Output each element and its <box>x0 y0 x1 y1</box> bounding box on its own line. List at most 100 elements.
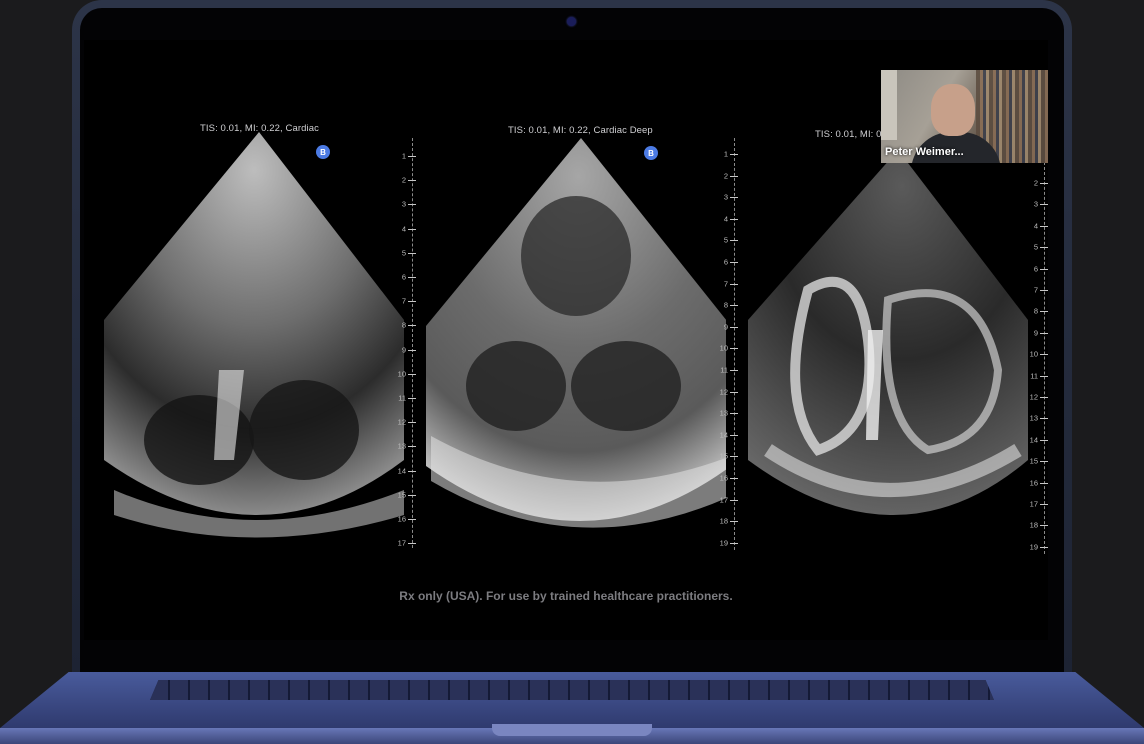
depth-tick-label: 9 <box>1033 328 1038 338</box>
depth-tick-label: 14 <box>1029 435 1038 445</box>
depth-tick-mark <box>730 218 738 220</box>
depth-tick-mark <box>730 434 738 436</box>
depth-tick-mark <box>408 301 416 303</box>
depth-tick-label: 11 <box>398 393 406 403</box>
depth-tick-mark <box>1040 225 1048 227</box>
depth-tick-label: 8 <box>1033 306 1038 316</box>
depth-tick-mark <box>730 175 738 177</box>
depth-tick-mark <box>730 456 738 458</box>
panel-2-label: TIS: 0.01, MI: 0.22, Cardiac Deep <box>508 125 653 136</box>
depth-tick-mark <box>1040 204 1048 206</box>
depth-tick-label: 13 <box>719 408 728 418</box>
depth-ruler-1: 1 2 3 4 5 6 7 8 9 10 11 12 13 14 15 16 17 <box>386 138 416 548</box>
depth-tick-mark <box>408 228 416 230</box>
depth-tick-label: 13 <box>1029 413 1038 423</box>
depth-tick-mark <box>730 240 738 242</box>
depth-tick-label: 2 <box>723 171 728 181</box>
depth-tick-label: 5 <box>401 248 406 258</box>
depth-tick-mark <box>408 277 416 278</box>
depth-tick-mark <box>1040 546 1048 548</box>
depth-tick-label: 7 <box>401 296 406 306</box>
depth-tick-label: 6 <box>1033 264 1038 274</box>
depth-tick-label: 8 <box>401 320 406 330</box>
depth-tick-label: 9 <box>401 345 406 355</box>
depth-tick-label: 12 <box>719 387 728 397</box>
depth-tick-mark <box>1040 247 1048 249</box>
depth-ruler-2: 1 2 3 4 5 6 7 8 9 10 11 12 13 14 15 16 17 18 19 <box>708 138 738 550</box>
depth-tick-label: 7 <box>1033 285 1038 295</box>
depth-tick-mark <box>1040 311 1048 313</box>
depth-tick-mark <box>408 325 416 327</box>
depth-tick-mark <box>408 519 416 520</box>
depth-tick-label: 10 <box>719 343 728 353</box>
depth-tick-label: 16 <box>719 473 728 483</box>
depth-tick-label: 12 <box>397 417 406 427</box>
depth-tick-label: 11 <box>1030 371 1038 381</box>
depth-tick-label: 10 <box>397 369 406 379</box>
depth-tick-mark <box>730 305 738 307</box>
ultrasound-image-cardiac-deep <box>426 138 726 528</box>
depth-tick-mark <box>730 283 738 285</box>
depth-tick-mark <box>730 326 738 328</box>
depth-tick-label: 15 <box>719 451 728 461</box>
depth-tick-label: 11 <box>720 365 728 375</box>
depth-tick-mark <box>1040 439 1048 441</box>
depth-tick-mark <box>1040 397 1048 398</box>
depth-tick-label: 4 <box>401 224 406 234</box>
depth-tick-label: 19 <box>719 538 728 548</box>
depth-tick-mark <box>1040 375 1048 377</box>
ultrasound-image-cardiac <box>104 132 404 538</box>
depth-tick-label: 14 <box>397 466 406 476</box>
participant-name: Peter Weimer... <box>885 146 964 158</box>
depth-tick-mark <box>1040 482 1048 484</box>
depth-tick-mark <box>730 499 738 501</box>
depth-tick-mark <box>1040 461 1048 463</box>
depth-tick-label: 8 <box>723 300 728 310</box>
keyboard <box>150 680 994 700</box>
depth-tick-mark <box>1040 332 1048 334</box>
depth-tick-mark <box>730 413 738 415</box>
depth-tick-mark <box>1040 183 1048 184</box>
depth-tick-mark <box>408 543 416 545</box>
depth-tick-label: 4 <box>1033 221 1038 231</box>
depth-tick-mark <box>1040 268 1048 270</box>
depth-tick-label: 13 <box>397 441 406 451</box>
regulatory-disclaimer: Rx only (USA). For use by trained health… <box>399 589 733 603</box>
depth-tick-mark <box>408 446 416 448</box>
video-call-tile[interactable]: Peter Weimer... <box>881 70 1048 163</box>
depth-tick-mark <box>408 373 416 375</box>
depth-tick-mark <box>408 156 416 157</box>
depth-tick-mark <box>730 521 738 523</box>
depth-tick-mark <box>408 349 416 351</box>
depth-tick-label: 17 <box>719 495 728 505</box>
participant-avatar <box>931 84 975 136</box>
depth-tick-label: 12 <box>1029 392 1038 402</box>
ultrasound-image-cardiac-hires <box>748 150 1028 515</box>
depth-tick-mark <box>408 470 416 472</box>
depth-tick-label: 1 <box>401 151 406 161</box>
depth-tick-label: 7 <box>723 279 728 289</box>
depth-tick-label: 1 <box>723 149 728 159</box>
depth-tick-mark <box>408 494 416 496</box>
depth-tick-label: 16 <box>1029 478 1038 488</box>
depth-tick-mark <box>408 252 416 254</box>
webcam-icon <box>567 17 576 26</box>
depth-tick-mark <box>730 197 738 199</box>
depth-tick-mark <box>408 422 416 424</box>
depth-tick-mark <box>408 204 416 206</box>
depth-tick-label: 5 <box>723 235 728 245</box>
laptop-opening-notch <box>492 724 652 736</box>
depth-tick-label: 6 <box>723 257 728 267</box>
depth-tick-label: 16 <box>397 514 406 524</box>
depth-tick-label: 17 <box>397 538 406 548</box>
depth-tick-mark <box>1040 290 1048 291</box>
depth-tick-label: 4 <box>723 214 728 224</box>
depth-tick-label: 14 <box>719 430 728 440</box>
depth-tick-label: 9 <box>723 322 728 332</box>
depth-tick-label: 6 <box>401 272 406 282</box>
depth-ruler-3: 2 3 4 5 6 7 8 9 10 11 12 13 14 15 16 17 18 19 <box>1018 152 1048 554</box>
depth-tick-mark <box>730 542 738 544</box>
depth-tick-label: 17 <box>1029 499 1038 509</box>
depth-tick-mark <box>730 370 738 371</box>
depth-tick-mark <box>1040 504 1048 505</box>
